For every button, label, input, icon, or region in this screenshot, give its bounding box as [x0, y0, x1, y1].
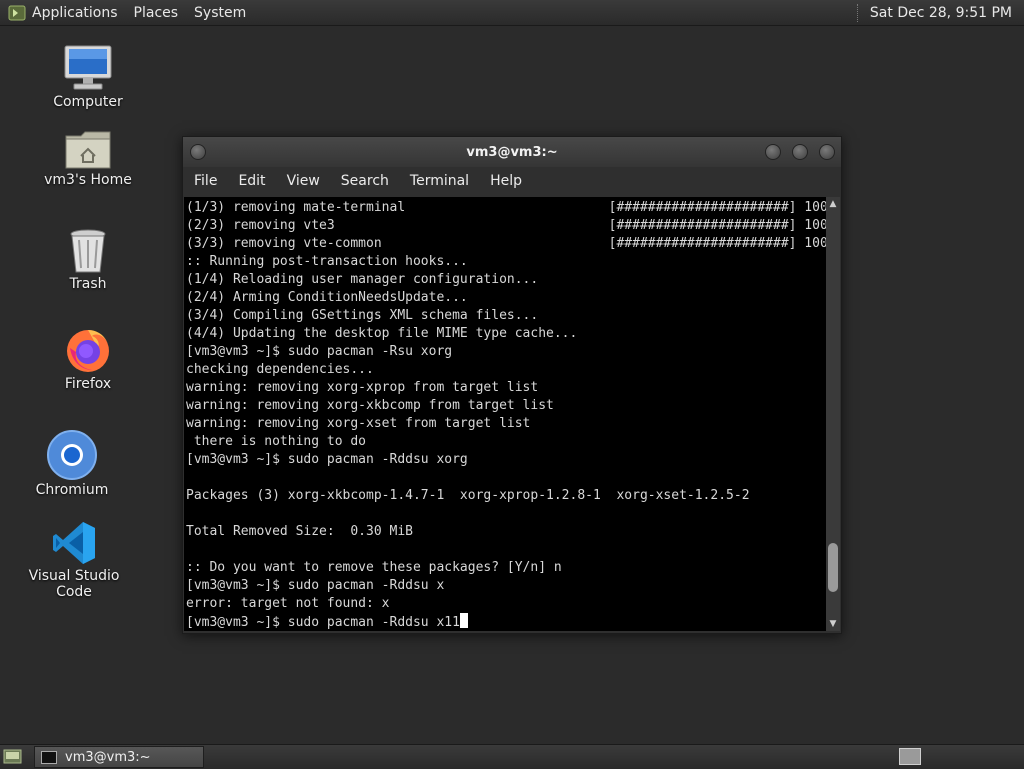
menu-help[interactable]: Help [490, 173, 522, 189]
terminal-line: (1/3) removing mate-terminal [##########… [186, 200, 826, 215]
terminal-cursor [459, 613, 468, 628]
desktop-icon-computer[interactable]: Computer [28, 44, 148, 110]
terminal-line: (1/4) Reloading user manager configurati… [186, 272, 539, 287]
home-folder-icon [65, 131, 111, 169]
desktop-icon-trash[interactable]: Trash [28, 228, 148, 292]
terminal-output[interactable]: (1/3) removing mate-terminal [##########… [184, 197, 826, 631]
terminal-line: (3/4) Compiling GSettings XML schema fil… [186, 308, 539, 323]
top-panel: Applications Places System Sat Dec 28, 9… [0, 0, 1024, 26]
terminal-scrollbar[interactable]: ▲ ▼ [826, 197, 840, 631]
terminal-line: :: Running post-transaction hooks... [186, 254, 468, 269]
terminal-line: (4/4) Updating the desktop file MIME typ… [186, 326, 578, 341]
terminal-window: vm3@vm3:~ File Edit View Search Terminal… [182, 136, 842, 634]
menu-file[interactable]: File [194, 173, 217, 189]
menu-logo-icon[interactable] [8, 5, 26, 21]
terminal-line: (3/3) removing vte-common [#############… [186, 236, 826, 251]
terminal-line: warning: removing xorg-xset from target … [186, 416, 531, 431]
bottom-panel: vm3@vm3:~ [0, 744, 1024, 769]
terminal-line: [vm3@vm3 ~]$ sudo pacman -Rddsu xorg [186, 452, 468, 467]
terminal-line: error: target not found: x [186, 596, 390, 611]
scrollbar-thumb[interactable] [828, 543, 838, 592]
desktop-icon-firefox[interactable]: Firefox [28, 326, 148, 392]
desktop-icon-label: vm3's Home [44, 172, 132, 188]
window-title: vm3@vm3:~ [466, 145, 558, 160]
desktop-icon-vscode[interactable]: Visual Studio Code [14, 520, 134, 600]
desktop-icon-label: Chromium [35, 482, 109, 498]
chromium-icon [47, 430, 97, 480]
menu-search[interactable]: Search [341, 173, 389, 189]
terminal-line: Total Removed Size: 0.30 MiB [186, 524, 413, 539]
desktop-icon-label: Computer [53, 94, 123, 110]
workspace-switcher[interactable] [899, 748, 921, 765]
taskbar-button-label: vm3@vm3:~ [65, 749, 151, 765]
terminal-line: warning: removing xorg-xkbcomp from targ… [186, 398, 554, 413]
terminal-line: Packages (3) xorg-xkbcomp-1.4.7-1 xorg-x… [186, 488, 750, 503]
scroll-up-icon[interactable]: ▲ [826, 197, 840, 211]
vscode-icon [53, 522, 95, 564]
terminal-line: (2/3) removing vte3 [###################… [186, 218, 826, 233]
applications-menu[interactable]: Applications [32, 5, 118, 21]
terminal-line: [vm3@vm3 ~]$ sudo pacman -Rsu xorg [186, 344, 453, 359]
system-menu[interactable]: System [194, 5, 246, 21]
terminal-line: :: Do you want to remove these packages?… [186, 560, 562, 575]
menu-edit[interactable]: Edit [238, 173, 265, 189]
panel-separator [856, 3, 860, 22]
places-menu[interactable]: Places [134, 5, 179, 21]
terminal-text: (1/3) removing mate-terminal [##########… [184, 197, 826, 631]
terminal-line: checking dependencies... [186, 362, 374, 377]
terminal-line: there is nothing to do [186, 434, 367, 449]
trash-icon [70, 229, 106, 273]
close-icon[interactable] [819, 144, 835, 160]
desktop-icon-label: Trash [69, 276, 107, 292]
scroll-down-icon[interactable]: ▼ [826, 617, 840, 631]
desktop-icon-label: Firefox [64, 376, 112, 392]
show-desktop-icon[interactable] [3, 748, 22, 765]
desktop-icon-home[interactable]: vm3's Home [28, 128, 148, 188]
terminal-line: (2/4) Arming ConditionNeedsUpdate... [186, 290, 468, 305]
maximize-icon[interactable] [792, 144, 808, 160]
terminal-line: warning: removing xorg-xprop from target… [186, 380, 539, 395]
terminal-prompt-line[interactable]: [vm3@vm3 ~]$ sudo pacman -Rddsu x11 [186, 615, 460, 630]
terminal-line: [vm3@vm3 ~]$ sudo pacman -Rddsu x [186, 578, 445, 593]
taskbar-button-terminal[interactable]: vm3@vm3:~ [34, 746, 204, 768]
desktop-icon-chromium[interactable]: Chromium [12, 430, 132, 498]
minimize-icon[interactable] [765, 144, 781, 160]
menu-terminal[interactable]: Terminal [410, 173, 469, 189]
menu-view[interactable]: View [287, 173, 320, 189]
desktop-icon-label: Visual Studio Code [28, 568, 120, 600]
clock[interactable]: Sat Dec 28, 9:51 PM [870, 5, 1012, 21]
computer-icon [64, 45, 112, 90]
firefox-icon [67, 330, 109, 372]
clock-area: Sat Dec 28, 9:51 PM [856, 0, 1024, 25]
window-titlebar[interactable]: vm3@vm3:~ [183, 137, 841, 167]
terminal-icon [41, 750, 57, 764]
window-menubar: File Edit View Search Terminal Help [183, 167, 841, 195]
